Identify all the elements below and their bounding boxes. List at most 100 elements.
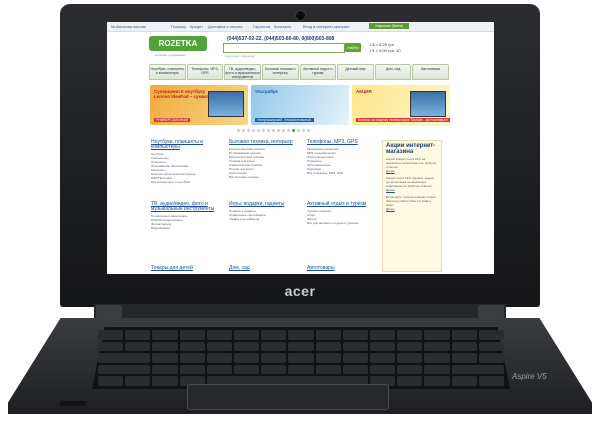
topbar-mobile-link[interactable]: Мобильная версия [111, 24, 146, 29]
site-topbar: Мобильная версия Помощь Кредит Доставка … [107, 22, 494, 32]
category-title[interactable]: Активный отдых и туризм [307, 202, 377, 207]
search-button[interactable]: Найти [345, 43, 361, 52]
carousel-dot[interactable] [247, 129, 250, 132]
carousel-dot[interactable] [307, 129, 310, 132]
category-title[interactable]: Дом, сад [229, 266, 299, 271]
banner-lenovo[interactable]: Суперцена! К ноутбуку Lenovo IdeaPad – с… [150, 85, 248, 125]
category-link[interactable]: Видеокамеры [151, 226, 221, 230]
banner-toshiba[interactable]: АКЦИЯ Бонусы за покупку телевизоров Tosh… [352, 85, 450, 125]
topbar-contacts-link[interactable]: Контакты [274, 24, 291, 29]
search-input[interactable] [223, 43, 345, 53]
category-list: Туризм и кемпинг Спорт Фитнес Все для ак… [307, 209, 377, 225]
keyboard-key [478, 341, 504, 352]
keyboard-key [152, 341, 178, 352]
model-label: Aspire V5 [512, 372, 547, 381]
keyboard-key [288, 353, 314, 363]
carousel-dot[interactable] [297, 129, 300, 132]
category-title[interactable]: ТВ, аудио/видео, фото и музыкальные инст… [151, 202, 221, 212]
banner-tag: УНИВЕРСАЛЬНЫЙ [154, 118, 190, 122]
carousel-dot[interactable] [237, 129, 240, 132]
promo-link[interactable]: Далее [383, 169, 441, 173]
keyboard-key [397, 341, 423, 352]
banner-ultrabook[interactable]: Ультрабук Ультраширокий. Ультрастильный. [251, 85, 349, 125]
keyboard-key [478, 330, 504, 340]
keyboard-key [370, 330, 396, 340]
nav-tab-home[interactable]: Дом, сад [374, 64, 412, 80]
carousel-dot-active[interactable] [292, 129, 295, 132]
topbar-credit-link[interactable]: Кредит [190, 24, 203, 29]
city-selector[interactable]: Харьков (Киев) [369, 23, 410, 29]
keyboard-key [424, 364, 450, 375]
nav-tab-appliances[interactable]: Бытовая техника и интерьер [261, 64, 299, 80]
carousel-dot[interactable] [272, 129, 275, 132]
keyboard-key [451, 341, 477, 352]
keyboard-key [315, 353, 341, 363]
topbar-login-link[interactable]: Вход в интернет-магазин [303, 24, 349, 29]
search-hint: Например, Наушники [225, 54, 255, 58]
carousel-dot[interactable] [267, 129, 270, 132]
banner-tag: Бонусы за покупку телевизоров Toshiba - … [356, 118, 450, 122]
keyboard-key [288, 341, 314, 352]
category-block: ТВ, аудио/видео, фото и музыкальные инст… [151, 202, 221, 231]
carousel-dot[interactable] [287, 129, 290, 132]
banner-tag: Ультраширокий. Ультрастильный. [255, 118, 314, 122]
hinge-right [478, 305, 504, 319]
acer-logo: acer [284, 283, 316, 299]
keyboard-key [288, 330, 314, 340]
category-title[interactable]: Игры, подарки, гаджеты [229, 202, 299, 207]
carousel-dot[interactable] [257, 129, 260, 132]
nav-tab-outdoor[interactable]: Активный отдых и туризм [299, 64, 337, 80]
category-link[interactable]: Вся бытовая техника [229, 175, 299, 179]
keyboard-key [315, 364, 341, 375]
keyboard-key [152, 353, 178, 363]
category-block: Ноутбуки, планшеты и компьютеры Ноутбуки… [151, 140, 221, 185]
nav-tab-tv[interactable]: ТВ, аудио/видео, фото и музыкальные инст… [224, 64, 261, 80]
category-block: Дом, сад [229, 266, 299, 271]
category-title[interactable]: Телефоны, MP3, GPS [307, 140, 377, 145]
keyboard-key [125, 330, 151, 340]
category-link[interactable]: Все компьютеры и ноутбуки [151, 180, 221, 184]
category-link[interactable]: Все для активного отдыха и туризма [307, 221, 377, 225]
carousel-dot[interactable] [282, 129, 285, 132]
topbar-help-link[interactable]: Помощь [171, 24, 186, 29]
keyboard-key [234, 364, 260, 375]
carousel-dot[interactable] [277, 129, 280, 132]
keyboard-key [234, 353, 260, 363]
category-list: Телевизоры и аксессуары DVD/HD-видеоплее… [151, 214, 221, 230]
keyboard-key [179, 364, 205, 375]
category-link[interactable]: Товары для геймеров [229, 217, 299, 221]
carousel-dot[interactable] [262, 129, 265, 132]
keyboard-key [98, 376, 124, 386]
side-port [60, 401, 86, 406]
category-title[interactable]: Бытовая техника, интерьер [229, 140, 299, 145]
promo-link[interactable]: Далее [383, 188, 441, 192]
category-title[interactable]: Автотовары [307, 266, 377, 271]
carousel-dot[interactable] [242, 129, 245, 132]
nav-tab-phones[interactable]: Телефоны, MP3, GPS [186, 64, 224, 80]
keyboard-key [288, 364, 314, 375]
nav-tab-auto[interactable]: Автотовары [412, 64, 449, 80]
topbar-delivery-link[interactable]: Доставка и оплата [208, 24, 243, 29]
carousel-dot[interactable] [252, 129, 255, 132]
nav-tab-computers[interactable]: Ноутбуки, планшеты и компьютеры [149, 64, 186, 80]
carousel-dot[interactable] [302, 129, 305, 132]
keyboard-key [451, 353, 477, 363]
topbar-warranty-link[interactable]: Гарантия [253, 24, 270, 29]
promo-link[interactable]: Далее [383, 207, 441, 211]
rozetka-logo[interactable]: ROZETKA [149, 36, 207, 51]
keyboard-key [370, 341, 396, 352]
category-title[interactable]: Ноутбуки, планшеты и компьютеры [151, 140, 221, 150]
keyboard-key [179, 330, 205, 340]
category-block: Активный отдых и туризм Туризм и кемпинг… [307, 202, 377, 226]
laptop-image [208, 91, 244, 117]
carousel-dots [237, 129, 310, 132]
category-link[interactable]: Все телефоны, MP3, GPS [307, 171, 377, 175]
laptop-screen: Мобильная версия Помощь Кредит Доставка … [107, 22, 494, 274]
keyboard-key [125, 376, 151, 386]
keyboard-key [478, 353, 504, 363]
keyboard-key [397, 364, 423, 375]
category-block: Игры, подарки, гаджеты Подарки и гаджеты… [229, 202, 299, 222]
category-title[interactable]: Товары для детей [151, 266, 221, 271]
nav-tab-kids[interactable]: Детский мир [337, 64, 374, 80]
sidebar-title: Акции интернет-магазина [386, 143, 436, 155]
